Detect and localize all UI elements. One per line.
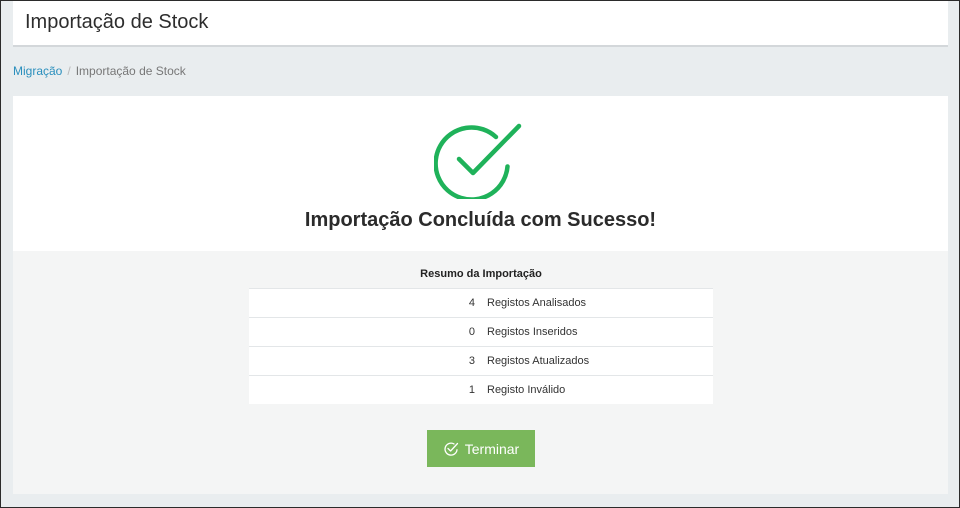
summary-label: Registos Analisados: [487, 297, 587, 309]
breadcrumb-link-migracao[interactable]: Migração: [13, 64, 62, 78]
summary-label: Registos Inseridos: [487, 326, 578, 338]
breadcrumb-current: Importação de Stock: [75, 64, 186, 78]
summary-label: Registos Atualizados: [487, 355, 590, 367]
import-summary-table: Resumo da Importação 4 Registos Analisad…: [249, 266, 713, 404]
summary-row-inseridos: 0 Registos Inseridos: [249, 317, 713, 346]
page-title: Importação de Stock: [25, 11, 209, 33]
summary-count: 0: [468, 326, 475, 338]
summary-count: 1: [468, 384, 475, 396]
summary-count: 3: [468, 355, 475, 367]
summary-row-atualizados: 3 Registos Atualizados: [249, 346, 713, 375]
check-circle-icon: [444, 442, 458, 456]
summary-heading: Resumo da Importação: [420, 268, 542, 280]
result-banner: Importação Concluída com Sucesso!: [13, 96, 948, 251]
breadcrumb: Migração / Importação de Stock: [13, 64, 186, 78]
success-title: Importação Concluída com Sucesso!: [304, 209, 657, 231]
check-circle-icon: [434, 123, 522, 199]
page-header: Importação de Stock: [13, 1, 948, 47]
breadcrumb-separator: /: [67, 64, 71, 78]
summary-row-invalido: 1 Registo Inválido: [249, 375, 713, 404]
finish-button-label: Terminar: [464, 440, 520, 457]
finish-button[interactable]: Terminar: [427, 430, 535, 467]
summary-count: 4: [468, 297, 475, 309]
summary-row-analisados: 4 Registos Analisados: [249, 288, 713, 317]
summary-label: Registo Inválido: [487, 384, 566, 396]
import-result-card: Importação Concluída com Sucesso! Resumo…: [13, 96, 948, 494]
